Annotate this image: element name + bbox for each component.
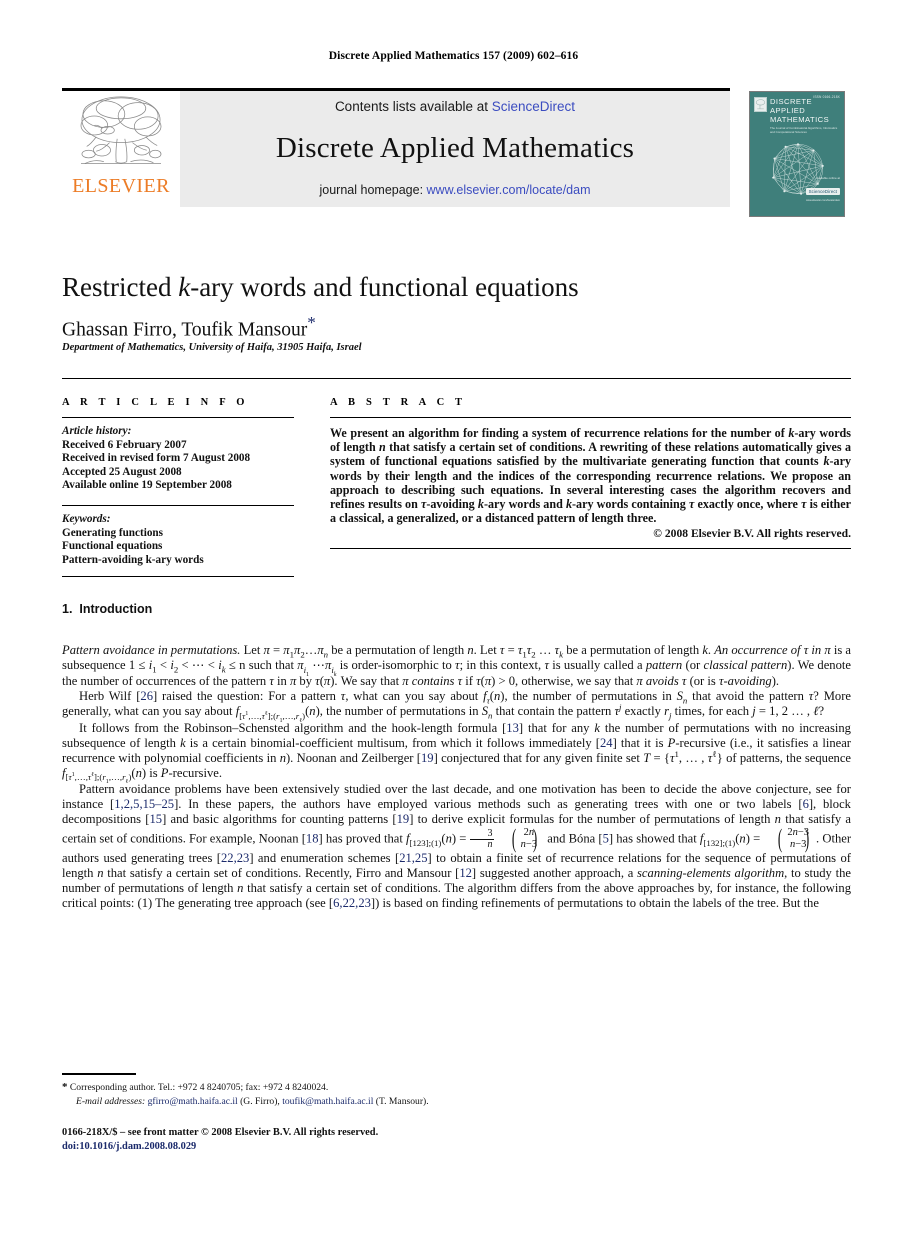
section-heading-introduction: 1. Introduction (62, 602, 152, 616)
abs-seg: -ary words containing (572, 497, 689, 512)
abstract-text: We present an algorithm for finding a sy… (330, 426, 851, 525)
page-title: Restricted k-ary words and functional eq… (62, 272, 852, 303)
contents-prefix: Contents lists available at (334, 99, 492, 114)
abstract-heading: A B S T R A C T (330, 397, 467, 408)
article-body: Pattern avoidance in permutations. Let π… (62, 643, 851, 911)
frontmatter-block: 0166-218X/$ – see front matter © 2008 El… (62, 1126, 762, 1153)
para1-lead: Pattern avoidance in permutations. (62, 643, 241, 657)
citation[interactable]: 22,23 (221, 851, 249, 865)
running-head: Discrete Applied Mathematics 157 (2009) … (328, 50, 579, 62)
keyword-item: Pattern-avoiding k-ary words (62, 553, 204, 566)
section-number: 1. (62, 602, 73, 616)
journal-article-page: Discrete Applied Mathematics 157 (2009) … (0, 0, 907, 1238)
footnote-corresponding-text: Corresponding author. Tel.: +972 4 82407… (69, 1082, 329, 1093)
paragraph-3: It follows from the Robinson–Schensted a… (62, 720, 852, 786)
keyword-item: Functional equations (62, 540, 163, 553)
citation[interactable]: 26 (140, 689, 153, 703)
cover-name-line1: DISCRETE (770, 97, 812, 106)
corresponding-author-marker: * (307, 313, 316, 332)
cover-name-line2: APPLIED (770, 106, 806, 115)
article-info-heading: A R T I C L E I N F O (62, 397, 249, 408)
title-part2: -ary words and functional equations (190, 272, 579, 302)
homepage-prefix: journal homepage: (319, 183, 427, 197)
history-item: Available online 19 September 2008 (62, 479, 232, 492)
cover-footer: Available online at ScienceDirect www.el… (805, 176, 840, 202)
title-k: k (178, 272, 191, 302)
citation[interactable]: 6 (803, 797, 809, 811)
keywords-block: Keywords: Generating functions Functiona… (62, 513, 294, 567)
citation[interactable]: 5 (603, 832, 609, 846)
cover-subtitle: The Journal of Combinatorial Algorithms,… (770, 126, 838, 134)
journal-homepage-link[interactable]: www.elsevier.com/locate/dam (427, 183, 591, 197)
journal-homepage-line: journal homepage: www.elsevier.com/locat… (320, 183, 591, 197)
email-link-firro[interactable]: gfirro@math.haifa.ac.il (148, 1096, 238, 1107)
cover-publisher-note: Available online at (815, 176, 840, 180)
contents-available-line: Contents lists available at ScienceDirec… (335, 99, 575, 114)
footnote-block: * Corresponding author. Tel.: +972 4 824… (62, 1081, 762, 1108)
elsevier-logo: ELSEVIER (62, 91, 180, 207)
citation[interactable]: 12 (459, 866, 472, 880)
journal-banner: ELSEVIER Contents lists available at Sci… (62, 88, 730, 207)
email1-attribution: (G. Firro), (240, 1095, 280, 1107)
abstract-bottom-rule (330, 548, 851, 550)
citation[interactable]: 19 (421, 751, 434, 765)
citation[interactable]: 19 (397, 812, 410, 826)
abs-seg: exactly once, where (694, 497, 802, 512)
article-info-rule (62, 417, 294, 418)
footnote-marker: * (62, 1081, 68, 1093)
doi-text: doi:10.1016/j.dam.2008.08.029 (62, 1140, 197, 1152)
article-info-bottom-rule (62, 576, 294, 578)
affiliation: Department of Mathematics, University of… (62, 342, 362, 353)
history-item: Received 6 February 2007 (62, 438, 187, 451)
frontmatter-copyright: 0166-218X/$ – see front matter © 2008 El… (62, 1127, 379, 1138)
elsevier-tree-icon (80, 96, 162, 164)
cover-journal-name: DISCRETE APPLIED MATHEMATICS (770, 97, 829, 124)
email-link-mansour[interactable]: toufik@math.haifa.ac.il (282, 1096, 373, 1107)
history-item: Accepted 25 August 2008 (62, 465, 182, 478)
keyword-item: Generating functions (62, 526, 163, 539)
paragraph-2: Herb Wilf [26] raised the question: For … (62, 689, 851, 724)
article-history-label: Article history: (62, 425, 132, 437)
cover-sciencedirect-badge: ScienceDirect (805, 188, 840, 195)
article-history-block: Article history: Received 6 February 200… (62, 425, 294, 493)
author-list: Ghassan Firro, Toufik Mansour* (62, 313, 852, 342)
footnote-rule (62, 1073, 136, 1076)
sciencedirect-link[interactable]: ScienceDirect (492, 99, 575, 114)
footnote-corresponding-line: * Corresponding author. Tel.: +972 4 824… (62, 1081, 762, 1095)
citation[interactable]: 1,2,5,15–25 (114, 797, 174, 811)
keywords-top-rule (62, 504, 294, 506)
authors-names: Ghassan Firro, Toufik Mansour (62, 319, 308, 341)
paragraph-4: Pattern avoidance problems have been ext… (62, 782, 851, 911)
abstract-rule (330, 417, 851, 418)
email-addresses-label: E-mail addresses: (76, 1095, 146, 1107)
abs-seg: -avoiding (426, 497, 478, 512)
keywords-label: Keywords: (62, 512, 111, 525)
cover-name-line3: MATHEMATICS (770, 115, 830, 124)
abs-seg: We present an algorithm for finding a sy… (330, 426, 789, 440)
elsevier-wordmark: ELSEVIER (72, 175, 170, 197)
paragraph-1: Pattern avoidance in permutations. Let π… (62, 643, 851, 689)
citation[interactable]: 18 (306, 832, 319, 846)
title-bottom-rule (62, 378, 851, 379)
journal-title: Discrete Applied Mathematics (275, 132, 635, 164)
abs-seg: n (379, 440, 386, 455)
email2-attribution: (T. Mansour). (375, 1095, 429, 1107)
abstract-column: A B S T R A C T We present an algorithm … (330, 397, 851, 550)
cover-elsevier-logo-icon (754, 97, 767, 112)
cover-footer-note: www.elsevier.com/locate/dam (805, 199, 840, 202)
title-part1: Restricted (62, 272, 179, 302)
abstract-copyright: © 2008 Elsevier B.V. All rights reserved… (653, 527, 851, 541)
citation[interactable]: 15 (149, 812, 162, 826)
citation[interactable]: 21,25 (399, 851, 427, 865)
abs-seg: -ary words and (483, 497, 566, 512)
abs-seg: that satisfy a certain set of conditions… (330, 440, 852, 469)
article-info-column: A R T I C L E I N F O Article history: R… (62, 397, 294, 578)
citation[interactable]: 24 (600, 736, 613, 750)
footnote-email-line: E-mail addresses: gfirro@math.haifa.ac.i… (62, 1095, 762, 1109)
history-item: Received in revised form 7 August 2008 (62, 452, 251, 465)
citation[interactable]: 6,22,23 (333, 896, 371, 910)
journal-cover-thumbnail[interactable]: ISSN 0166-218X DISCRETE APPLIED MATHEMAT… (749, 91, 845, 217)
citation[interactable]: 13 (506, 721, 519, 735)
section-title: Introduction (79, 602, 153, 616)
